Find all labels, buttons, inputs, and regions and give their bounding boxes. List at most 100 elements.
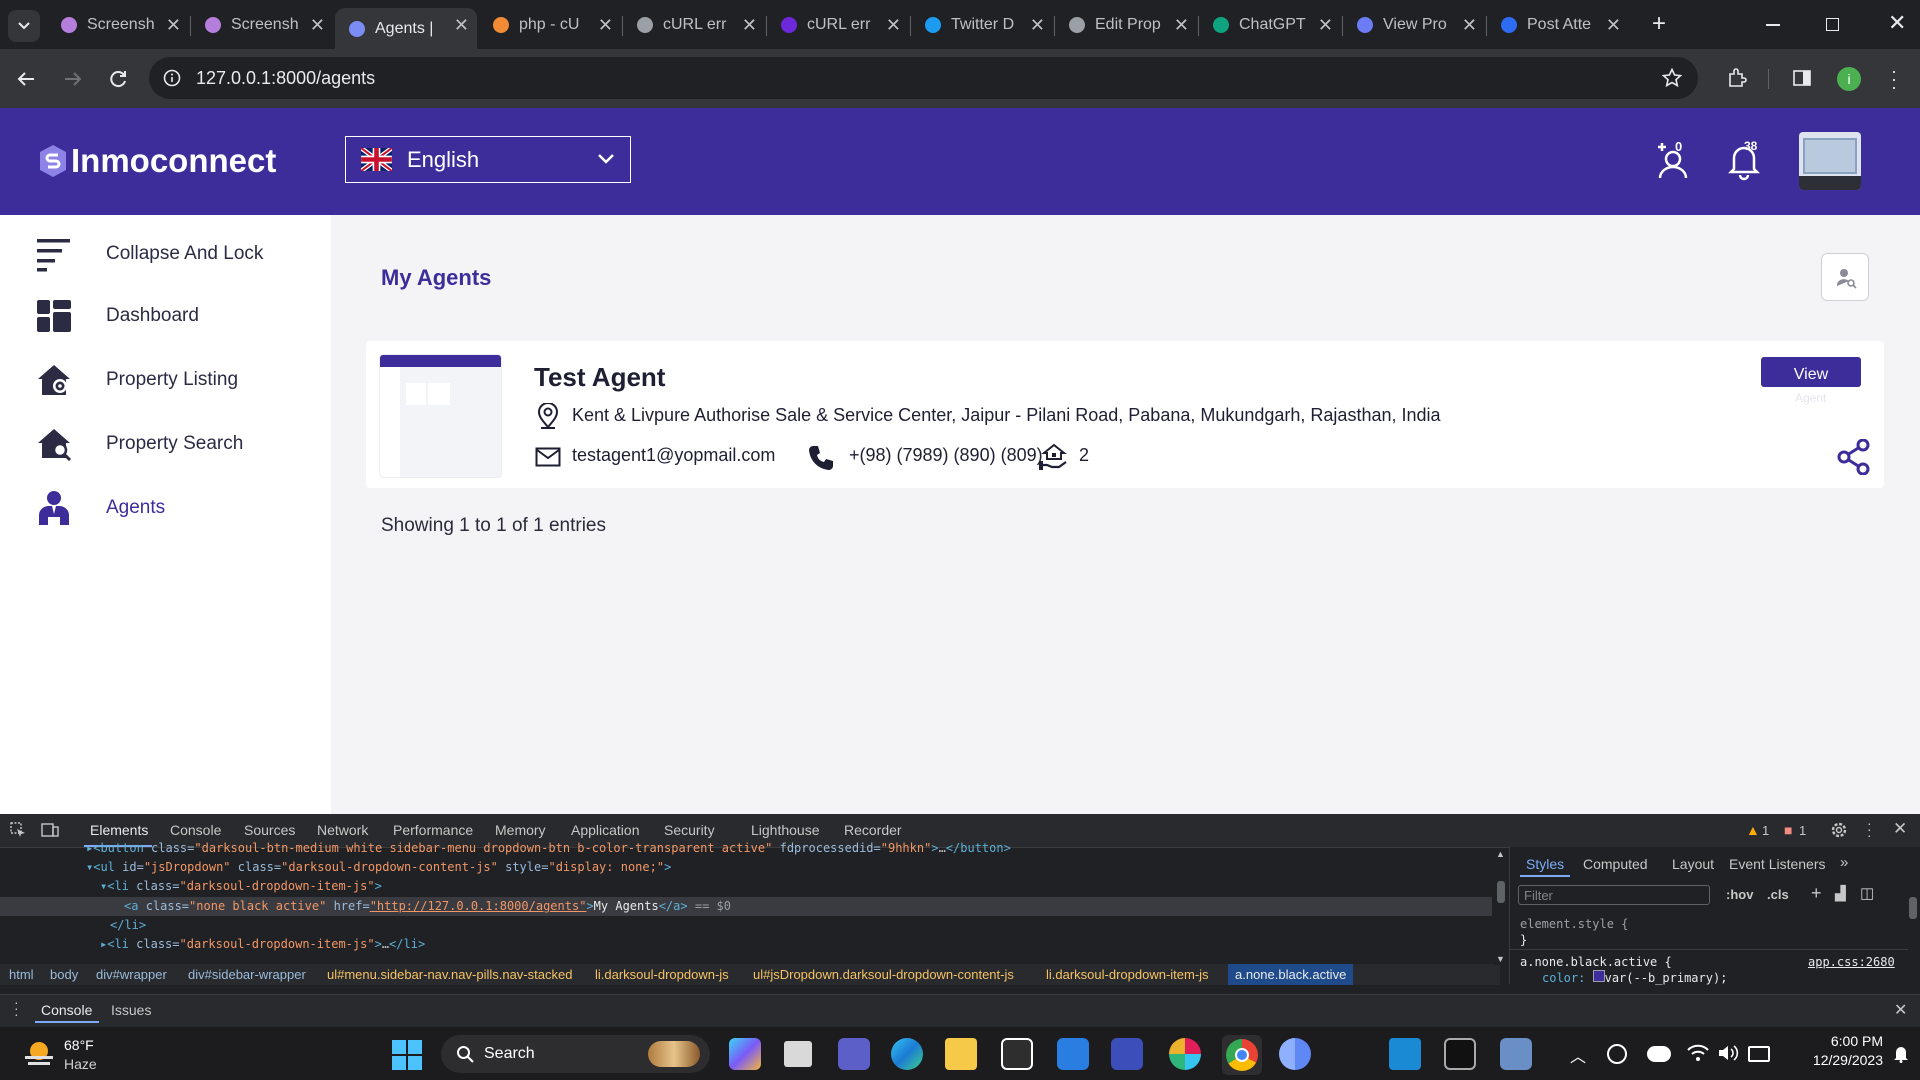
breadcrumb[interactable]: ul#jsDropdown.darksoul-dropdown-content-… xyxy=(753,967,1014,982)
back-icon[interactable] xyxy=(16,69,36,89)
devtools-tab-application[interactable]: Application xyxy=(571,822,640,838)
browser-tab[interactable]: cURL err ✕ xyxy=(767,8,909,41)
tab-close-icon[interactable]: ✕ xyxy=(1030,15,1045,36)
browser-tab[interactable]: View Pro ✕ xyxy=(1343,8,1485,41)
breadcrumb-active[interactable]: a.none.black.active xyxy=(1228,964,1354,985)
close-devtools-icon[interactable]: ✕ xyxy=(1893,819,1907,839)
more-tabs-icon[interactable]: » xyxy=(1840,854,1848,871)
styles-filter-input[interactable]: Filter xyxy=(1518,885,1710,905)
clock-date[interactable]: 12/29/2023 xyxy=(1787,1052,1883,1068)
forward-icon[interactable] xyxy=(63,69,83,89)
agent-email[interactable]: testagent1@yopmail.com xyxy=(572,445,775,466)
side-panel-icon[interactable] xyxy=(1792,68,1812,88)
browser-tab[interactable]: php - cU ✕ xyxy=(479,8,621,41)
agent-phone[interactable]: +(98) (7989) (890) (809) xyxy=(849,445,1043,466)
sidebar-item-agents[interactable]: Agents xyxy=(36,490,165,526)
share-icon[interactable] xyxy=(1837,439,1871,475)
tab-search-button[interactable] xyxy=(8,10,40,42)
add-user-button[interactable]: 0 xyxy=(1655,139,1691,180)
close-window-button[interactable]: ✕ xyxy=(1888,10,1906,36)
task-view-icon[interactable] xyxy=(784,1041,812,1067)
profile-avatar[interactable]: i xyxy=(1837,67,1861,91)
browser-tab[interactable]: Post Atte ✕ xyxy=(1487,8,1629,41)
start-button[interactable] xyxy=(392,1040,422,1070)
scroll-up-arrow[interactable]: ▲ xyxy=(1496,849,1505,859)
toggle-sidebar-icon[interactable]: ◫ xyxy=(1860,884,1874,902)
new-tab-button[interactable]: + xyxy=(1652,10,1666,38)
tab-close-icon[interactable]: ✕ xyxy=(742,15,757,36)
styles-scrollbar[interactable] xyxy=(1907,883,1919,983)
url-text[interactable]: 127.0.0.1:8000/agents xyxy=(196,68,375,89)
user-avatar[interactable] xyxy=(1799,132,1861,190)
dom-line[interactable]: ▾<li class="darksoul-dropdown-item-js"> xyxy=(100,879,382,893)
sidebar-item-property-search[interactable]: Property Search xyxy=(36,426,243,462)
file-explorer-icon[interactable] xyxy=(945,1038,977,1070)
extensions-icon[interactable] xyxy=(1726,67,1748,89)
browser-tab[interactable]: ChatGPT ✕ xyxy=(1199,8,1341,41)
tab-close-icon[interactable]: ✕ xyxy=(1174,15,1189,36)
weather-widget[interactable]: 68°F Haze xyxy=(20,1033,120,1075)
volume-icon[interactable] xyxy=(1717,1044,1739,1062)
dom-line[interactable]: ▾<ul id="jsDropdown" class="darksoul-dro… xyxy=(86,860,671,874)
sidebar-item-dashboard[interactable]: Dashboard xyxy=(36,298,199,334)
browser-tab[interactable]: Agents | ✕ xyxy=(335,8,477,49)
star-icon[interactable] xyxy=(1662,68,1682,88)
error-icon[interactable]: ■ xyxy=(1784,822,1792,838)
tray-overflow-icon[interactable]: ︿ xyxy=(1570,1043,1586,1067)
wifi-icon[interactable] xyxy=(1687,1044,1709,1062)
logo-text[interactable]: Inmoconnect xyxy=(71,142,276,180)
error-count[interactable]: 1 xyxy=(1799,823,1806,838)
agent-search-button[interactable] xyxy=(1821,253,1869,301)
inspect-icon[interactable] xyxy=(10,822,26,838)
battery-icon[interactable] xyxy=(1748,1046,1770,1062)
browser-tab[interactable]: Screensh ✕ xyxy=(191,8,333,41)
devtools-tab-elements[interactable]: Elements xyxy=(90,822,148,838)
devtools-tab-lighthouse[interactable]: Lighthouse xyxy=(751,822,820,838)
tab-close-icon[interactable]: ✕ xyxy=(166,15,181,36)
notifications-button[interactable]: 38 xyxy=(1726,139,1762,181)
new-rule-icon[interactable]: + xyxy=(1811,883,1822,904)
warning-count[interactable]: 1 xyxy=(1762,823,1769,838)
clock-time[interactable]: 6:00 PM xyxy=(1801,1033,1883,1049)
mail-app-icon[interactable] xyxy=(1057,1038,1089,1070)
css-rule-selector[interactable]: a.none.black.active { xyxy=(1520,955,1672,969)
element-style-rule[interactable]: element.style { xyxy=(1520,917,1628,931)
breadcrumb[interactable]: div#wrapper xyxy=(96,967,167,982)
css-property[interactable]: color: var(--b_primary); xyxy=(1542,970,1727,985)
tab-close-icon[interactable]: ✕ xyxy=(310,15,325,36)
agent-photo[interactable] xyxy=(379,354,502,478)
devtools-tab-performance[interactable]: Performance xyxy=(393,822,473,838)
monitor-app-icon[interactable] xyxy=(1500,1038,1532,1070)
scroll-thumb[interactable] xyxy=(1909,897,1917,919)
tray-refresh-icon[interactable] xyxy=(1607,1044,1627,1064)
slack-icon[interactable] xyxy=(1169,1038,1201,1070)
paint-icon[interactable]: ▟ xyxy=(1835,885,1846,902)
view-agent-button[interactable]: View xyxy=(1761,357,1861,387)
event-listeners-tab[interactable]: Event Listeners xyxy=(1729,856,1826,872)
tab-close-icon[interactable]: ✕ xyxy=(1462,15,1477,36)
language-select[interactable]: English xyxy=(345,136,631,183)
taskbar-search[interactable]: Search xyxy=(441,1035,710,1073)
browser-tab[interactable]: Edit Prop ✕ xyxy=(1055,8,1197,41)
devtools-tab-network[interactable]: Network xyxy=(317,822,368,838)
styles-tab[interactable]: Styles xyxy=(1526,856,1564,872)
breadcrumb[interactable]: li.darksoul-dropdown-item-js xyxy=(1046,967,1209,982)
scroll-thumb[interactable] xyxy=(1497,881,1505,903)
devtools-tab-sources[interactable]: Sources xyxy=(244,822,295,838)
logo-icon[interactable] xyxy=(38,144,68,178)
device-toolbar-icon[interactable] xyxy=(41,822,59,838)
breadcrumb[interactable]: body xyxy=(50,967,78,982)
tab-close-icon[interactable]: ✕ xyxy=(598,15,613,36)
breadcrumb[interactable]: li.darksoul-dropdown-js xyxy=(595,967,729,982)
info-icon[interactable] xyxy=(163,69,181,87)
warning-icon[interactable]: ▲ xyxy=(1746,822,1760,838)
copilot-icon[interactable] xyxy=(729,1038,761,1070)
chrome-icon-wrap[interactable] xyxy=(1222,1035,1262,1075)
dom-line-selected[interactable]: <a class="none black active" href="http:… xyxy=(124,899,731,913)
agent-name[interactable]: Test Agent xyxy=(534,362,665,393)
tab-close-icon[interactable]: ✕ xyxy=(886,15,901,36)
vscode-icon[interactable] xyxy=(1389,1038,1421,1070)
browser-tab[interactable]: Screensh ✕ xyxy=(47,8,189,41)
drawer-menu-icon[interactable]: · · · xyxy=(14,995,19,1021)
devtools-tab-memory[interactable]: Memory xyxy=(495,822,546,838)
